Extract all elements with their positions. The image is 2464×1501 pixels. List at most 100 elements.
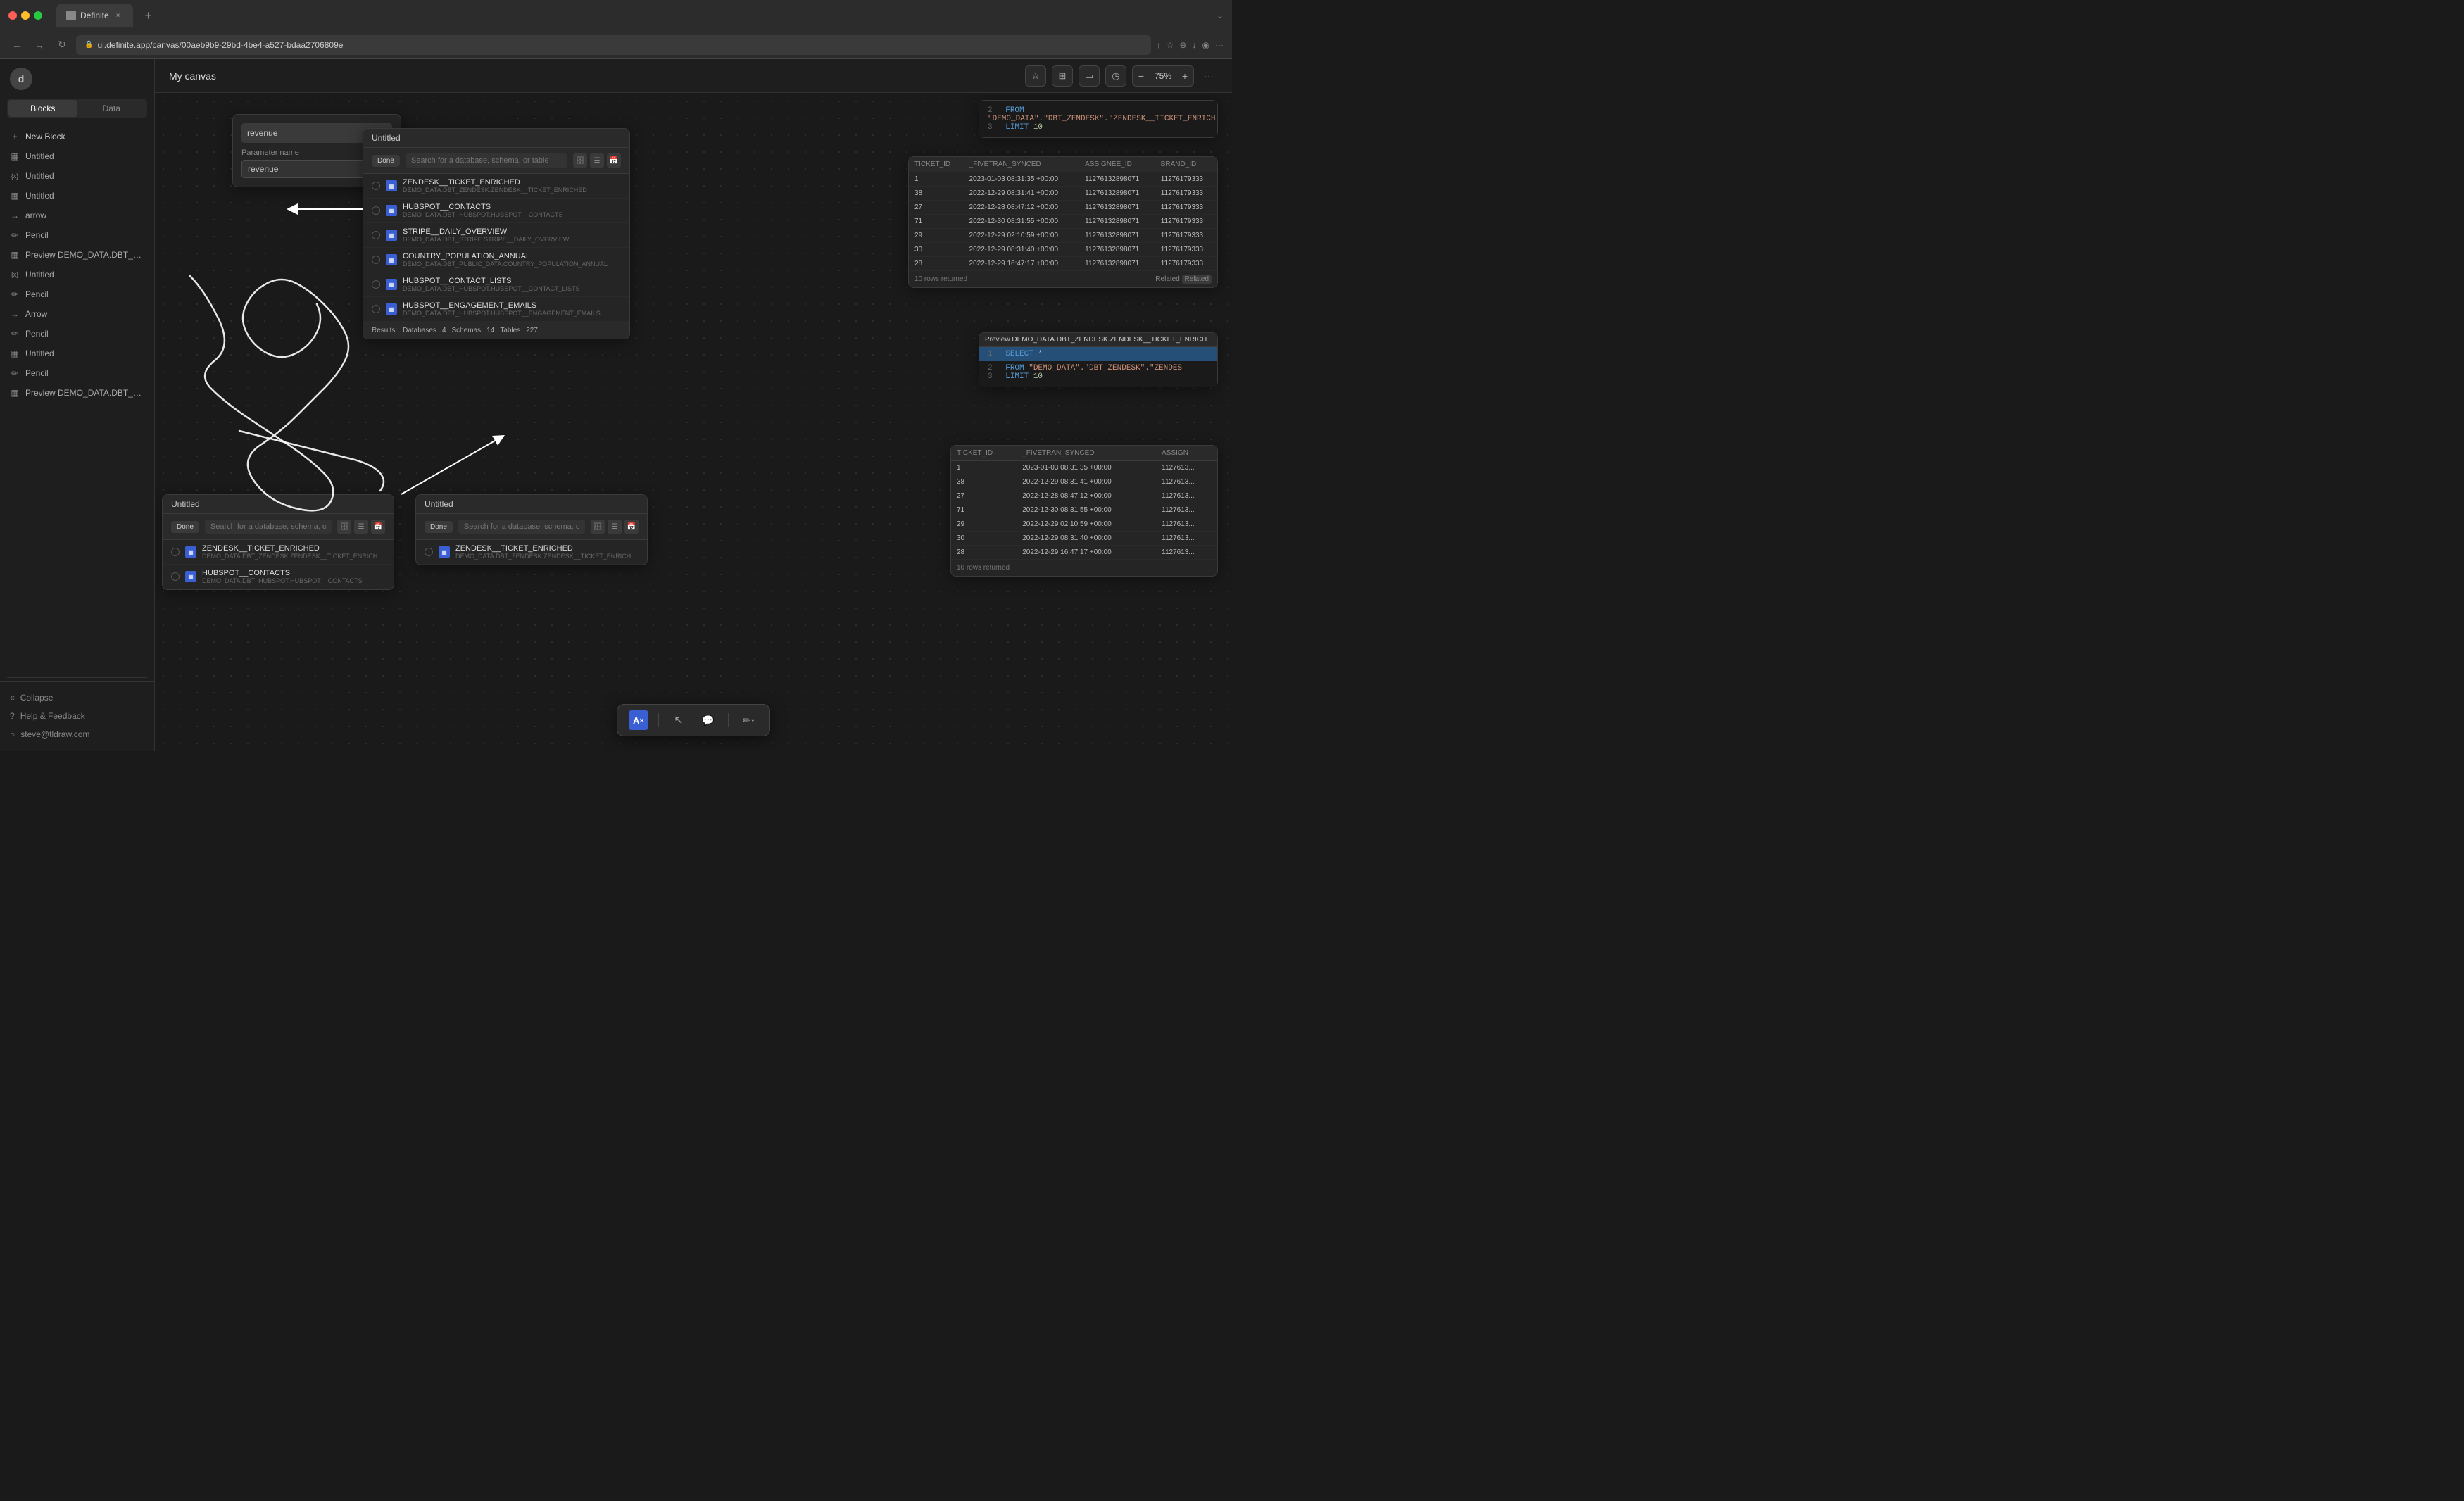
collapse-button[interactable]: « Collapse	[10, 689, 144, 707]
table-name-3: COUNTRY_POPULATION_ANNUAL	[403, 252, 621, 260]
radio-5[interactable]	[372, 305, 380, 313]
table-cell: 1	[909, 172, 964, 187]
search-input[interactable]	[406, 153, 567, 168]
new-block-button[interactable]: + New Block	[0, 127, 154, 146]
radio-3[interactable]	[372, 256, 380, 264]
radio-1[interactable]	[372, 206, 380, 215]
table-item-4[interactable]: ▦ HUBSPOT__CONTACT_LISTS DEMO_DATA.DBT_H…	[363, 272, 629, 297]
help-feedback-button[interactable]: ? Help & Feedback	[10, 707, 144, 725]
table-info-2: STRIPE__DAILY_OVERVIEW DEMO_DATA.DBT_STR…	[403, 227, 621, 243]
close-window-button[interactable]	[8, 11, 17, 20]
radio-0[interactable]	[372, 182, 380, 190]
db-view-bl[interactable]: 🗄	[337, 520, 351, 534]
search-block-top[interactable]: Untitled Done 🗄 ☰ 📅 ▦	[363, 128, 630, 339]
table-name-2: STRIPE__DAILY_OVERVIEW	[403, 227, 621, 236]
table-item-2[interactable]: ▦ STRIPE__DAILY_OVERVIEW DEMO_DATA.DBT_S…	[363, 223, 629, 248]
sidebar-item-untitled-4[interactable]: {x} Untitled	[0, 265, 154, 284]
zoom-value[interactable]: 75%	[1150, 71, 1176, 81]
user-profile-button[interactable]: ○ steve@tldraw.com	[10, 725, 144, 743]
minimize-window-button[interactable]	[21, 11, 30, 20]
search-input-bl[interactable]	[205, 520, 332, 534]
star-tool-button[interactable]: ☆	[1025, 65, 1046, 87]
table-cell-br: 1127613...	[1156, 489, 1217, 503]
sidebar-item-arrow-2[interactable]: → Arrow	[0, 304, 154, 324]
search-block-title: Untitled	[363, 129, 629, 148]
tab-blocks[interactable]: Blocks	[8, 100, 77, 117]
tables-label: Tables	[500, 327, 520, 334]
sidebar-item-untitled-1[interactable]: ▦ Untitled	[0, 146, 154, 166]
sidebar-item-pencil-1[interactable]: ✏ Pencil	[0, 225, 154, 245]
tab-bar: Definite × + ⌄	[0, 0, 1232, 31]
sidebar-header: d	[0, 59, 154, 99]
table-item-3[interactable]: ▦ COUNTRY_POPULATION_ANNUAL DEMO_DATA.DB…	[363, 248, 629, 272]
sidebar-item-preview-1[interactable]: ▦ Preview DEMO_DATA.DBT_ZENDESK.Z...	[0, 245, 154, 265]
text-tool-button[interactable]: A✕	[629, 710, 648, 730]
radio-bl-0[interactable]	[171, 548, 180, 556]
db-view-br[interactable]: 🗄	[591, 520, 605, 534]
extension-icon[interactable]: ⊕	[1179, 40, 1186, 50]
sidebar-item-untitled-5[interactable]: ▦ Untitled	[0, 344, 154, 363]
radio-br-0[interactable]	[425, 548, 433, 556]
bookmark-icon[interactable]: ☆	[1167, 40, 1174, 50]
browser-actions: ↑ ☆ ⊕ ↓ ◉ ···	[1157, 40, 1224, 50]
comment-tool-button[interactable]: 💬	[698, 710, 718, 730]
search-input-br[interactable]	[458, 520, 585, 534]
select-tool-button[interactable]: ↖	[669, 710, 689, 730]
profile-icon[interactable]: ◉	[1202, 40, 1209, 50]
search-block-bottom-left[interactable]: Untitled Done 🗄 ☰ 📅 ▦	[162, 494, 394, 590]
search-block-bottom-right[interactable]: Untitled Done 🗄 ☰ 📅 ▦	[415, 494, 648, 565]
table-info-1: HUBSPOT__CONTACTS DEMO_DATA.DBT_HUBSPOT.…	[403, 203, 621, 218]
databases-label: Databases	[403, 327, 436, 334]
tab-data[interactable]: Data	[77, 100, 146, 117]
table-br-0[interactable]: ▦ ZENDESK__TICKET_ENRICHED DEMO_DATA.DBT…	[416, 540, 647, 565]
list-view-button[interactable]: ☰	[590, 153, 604, 168]
radio-4[interactable]	[372, 280, 380, 289]
download-icon[interactable]: ↓	[1193, 40, 1197, 50]
share-icon[interactable]: ↑	[1157, 40, 1161, 50]
table-item-1[interactable]: ▦ HUBSPOT__CONTACTS DEMO_DATA.DBT_HUBSPO…	[363, 199, 629, 223]
chevron-down-icon[interactable]: ⌄	[1217, 11, 1224, 20]
sidebar-item-untitled-3[interactable]: ▦ Untitled	[0, 186, 154, 206]
tab-close-button[interactable]: ×	[113, 11, 123, 20]
more-icon[interactable]: ···	[1215, 40, 1224, 50]
done-button-br[interactable]: Done	[425, 521, 453, 533]
list-view-br[interactable]: ☰	[608, 520, 622, 534]
table-item-5[interactable]: ▦ HUBSPOT__ENGAGEMENT_EMAILS DEMO_DATA.D…	[363, 297, 629, 322]
monitor-tool-button[interactable]: ▭	[1079, 65, 1100, 87]
radio-2[interactable]	[372, 231, 380, 239]
cal-view-br[interactable]: 📅	[624, 520, 639, 534]
table-icon-12: ▦	[10, 388, 20, 398]
help-icon: ?	[10, 711, 15, 721]
table-bl-0[interactable]: ▦ ZENDESK__TICKET_ENRICHED DEMO_DATA.DBT…	[163, 540, 394, 565]
done-button[interactable]: Done	[372, 155, 400, 167]
sidebar-item-untitled-2[interactable]: {x} Untitled	[0, 166, 154, 186]
database-view-button[interactable]: 🗄	[573, 153, 587, 168]
done-button-bl[interactable]: Done	[171, 521, 199, 533]
table-bl-1[interactable]: ▦ HUBSPOT__CONTACTS DEMO_DATA.DBT_HUBSPO…	[163, 565, 394, 589]
sidebar-item-arrow-1[interactable]: → arrow	[0, 206, 154, 225]
zoom-out-button[interactable]: −	[1133, 65, 1150, 87]
new-tab-button[interactable]: +	[139, 6, 158, 25]
sidebar-item-preview-2[interactable]: ▦ Preview DEMO_DATA.DBT_ZENDESK.Z...	[0, 383, 154, 403]
forward-button[interactable]: →	[31, 37, 48, 54]
canvas-area[interactable]: revenue Parameter name Untitled Done 🗄 ☰	[155, 93, 1232, 750]
more-tools-button[interactable]: ···	[1200, 70, 1218, 82]
url-bar[interactable]: 🔒 ui.definite.app/canvas/00aeb9b9-29bd-4…	[76, 35, 1151, 55]
calendar-view-button[interactable]: 📅	[607, 153, 621, 168]
fullscreen-window-button[interactable]	[34, 11, 42, 20]
sidebar-item-pencil-2[interactable]: ✏ Pencil	[0, 284, 154, 304]
clock-tool-button[interactable]: ◷	[1105, 65, 1126, 87]
table-item-0[interactable]: ▦ ZENDESK__TICKET_ENRICHED DEMO_DATA.DBT…	[363, 174, 629, 199]
cal-view-bl[interactable]: 📅	[371, 520, 385, 534]
refresh-button[interactable]: ↻	[54, 37, 70, 54]
sidebar-item-pencil-4[interactable]: ✏ Pencil	[0, 363, 154, 383]
back-button[interactable]: ←	[8, 37, 25, 54]
table-cell: 28	[909, 257, 964, 271]
sidebar-item-pencil-3[interactable]: ✏ Pencil	[0, 324, 154, 344]
active-tab[interactable]: Definite ×	[56, 4, 133, 27]
list-view-bl[interactable]: ☰	[354, 520, 368, 534]
grid-tool-button[interactable]: ⊞	[1052, 65, 1073, 87]
zoom-in-button[interactable]: +	[1176, 65, 1193, 87]
radio-bl-1[interactable]	[171, 572, 180, 581]
draw-tool-button[interactable]: ✏▾	[738, 710, 758, 730]
